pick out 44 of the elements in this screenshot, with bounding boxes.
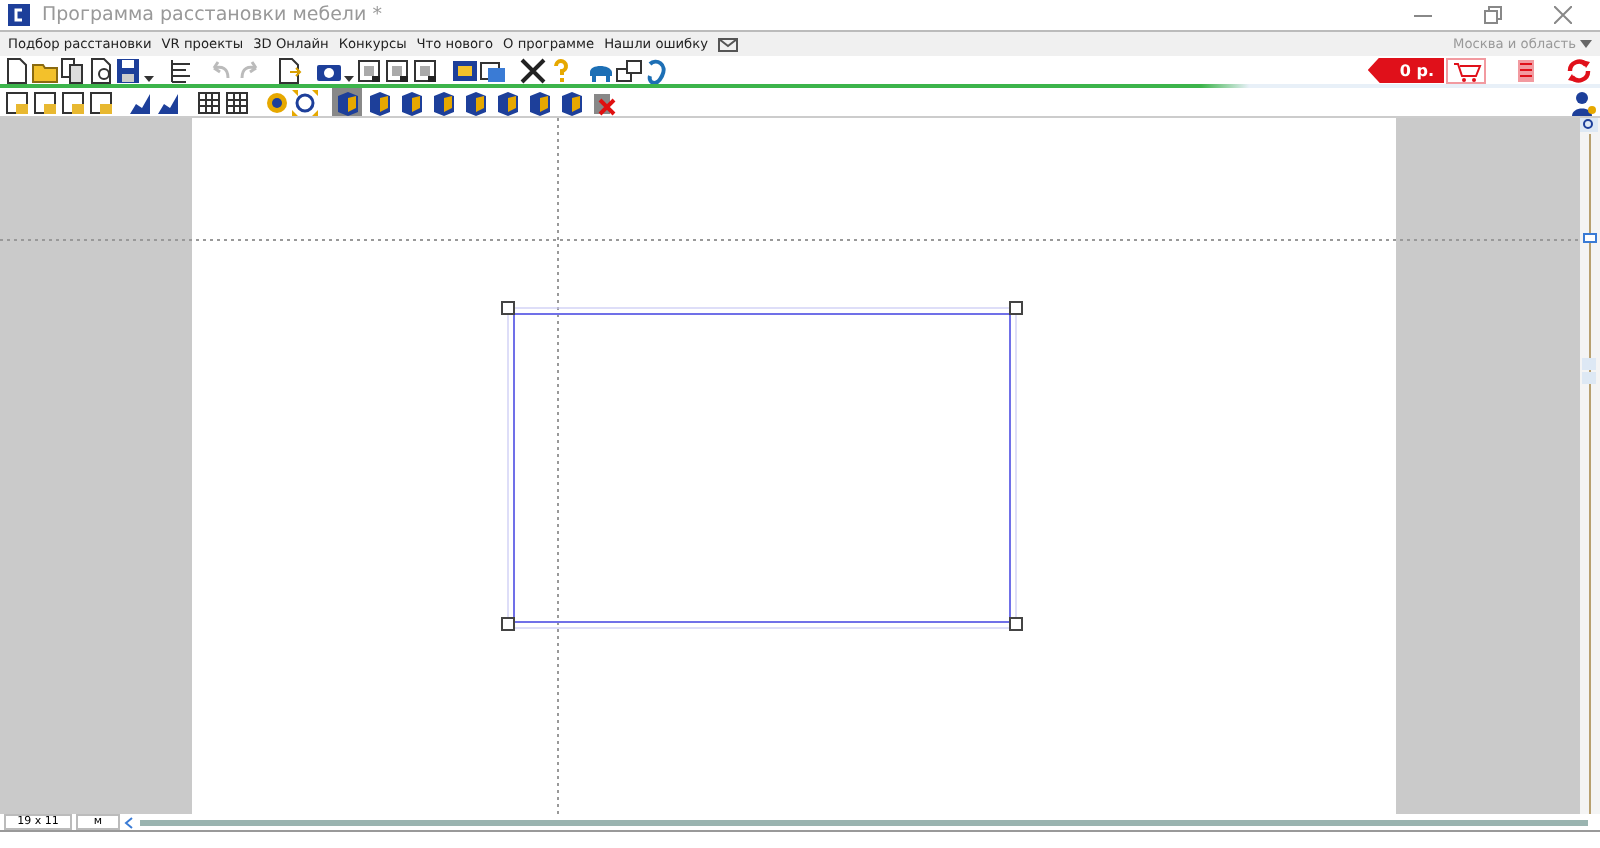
view-button[interactable]: [460, 88, 490, 116]
room-save-icon[interactable]: [60, 89, 86, 115]
refresh-icon[interactable]: [1566, 57, 1592, 83]
user-icon[interactable]: [1570, 89, 1596, 115]
price-label[interactable]: 0 р.: [1367, 57, 1444, 83]
grid-icon[interactable]: [196, 89, 222, 115]
zoom-in-icon[interactable]: [1580, 118, 1598, 132]
room-plan-icon[interactable]: [32, 89, 58, 115]
room-outline[interactable]: [501, 301, 1023, 631]
import-icon[interactable]: [412, 57, 438, 83]
cart-icon[interactable]: [1446, 57, 1486, 83]
view-button[interactable]: [364, 88, 394, 116]
horizontal-scrollbar[interactable]: [140, 819, 1588, 825]
room-delete-icon[interactable]: [88, 89, 114, 115]
export-icon[interactable]: [384, 57, 410, 83]
view-button[interactable]: [588, 88, 618, 116]
list-icon[interactable]: [168, 57, 194, 83]
scroll-left-icon[interactable]: [124, 815, 136, 829]
film-icon[interactable]: [452, 57, 478, 83]
grid-icon[interactable]: [224, 89, 250, 115]
document-search-icon[interactable]: [88, 57, 114, 83]
zoom-fit-icon[interactable]: [292, 89, 318, 115]
view-button[interactable]: [332, 88, 362, 116]
documents-icon[interactable]: [60, 57, 86, 83]
windows-icon[interactable]: [616, 57, 642, 83]
view-button[interactable]: [556, 88, 586, 116]
save-icon[interactable]: [116, 57, 142, 83]
view-icon[interactable]: [356, 57, 382, 83]
caret-icon: [1580, 40, 1592, 48]
gear-icon[interactable]: [264, 89, 290, 115]
vertical-scrollbar[interactable]: [1580, 118, 1600, 814]
mail-icon[interactable]: [718, 37, 738, 51]
room-icon[interactable]: [4, 89, 30, 115]
image-icon[interactable]: [480, 57, 506, 83]
close-icon[interactable]: [1554, 6, 1572, 24]
tools-icon[interactable]: [520, 57, 546, 83]
document-arrow-icon[interactable]: [276, 57, 302, 83]
app-logo-icon: [8, 4, 30, 26]
restore-icon[interactable]: [1484, 6, 1502, 24]
view-button[interactable]: [492, 88, 522, 116]
view-button[interactable]: [396, 88, 426, 116]
view-button[interactable]: [524, 88, 554, 116]
window-title: Программа расстановки мебели *: [42, 4, 384, 26]
view-button[interactable]: [428, 88, 458, 116]
